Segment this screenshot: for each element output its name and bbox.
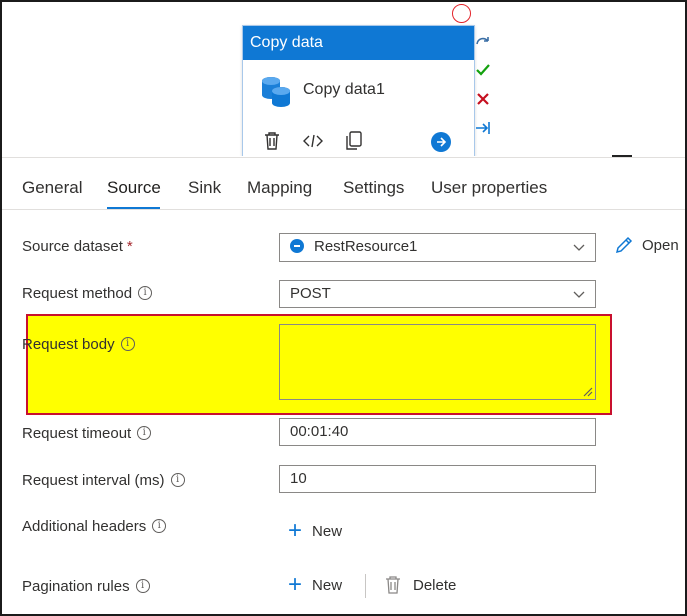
request-timeout-label: Request timeout i <box>22 425 152 442</box>
chevron-down-icon <box>573 244 585 251</box>
go-arrow-icon[interactable] <box>431 132 451 152</box>
pencil-icon <box>615 236 633 254</box>
tab-mapping[interactable]: Mapping <box>247 178 312 198</box>
properties-panel: General Source Sink Mapping Settings Use… <box>2 157 685 614</box>
info-icon[interactable]: i <box>135 579 150 593</box>
info-icon[interactable]: i <box>137 426 152 440</box>
info-icon[interactable]: i <box>170 473 185 487</box>
pipeline-canvas[interactable]: Copy data Copy data1 <box>2 2 685 156</box>
request-method-select[interactable]: POST <box>279 280 596 308</box>
rest-dataset-icon <box>290 239 304 253</box>
request-timeout-input[interactable]: 00:01:40 <box>279 418 596 446</box>
tab-user-properties[interactable]: User properties <box>431 178 547 198</box>
info-icon[interactable]: i <box>120 337 135 351</box>
trash-icon[interactable] <box>261 130 283 152</box>
active-tab-indicator <box>107 207 160 209</box>
copy-activity-node[interactable]: Copy data Copy data1 <box>242 25 475 156</box>
failure-x-icon[interactable] <box>475 91 491 107</box>
activity-actions <box>261 130 384 152</box>
request-interval-label: Request interval (ms) i <box>22 472 185 489</box>
source-dataset-select[interactable]: RestResource1 <box>279 233 596 262</box>
skip-icon[interactable] <box>475 33 491 49</box>
plus-icon: + <box>288 571 303 598</box>
request-body-label: Request body i <box>22 336 135 353</box>
chevron-down-icon <box>573 291 585 298</box>
clone-icon[interactable] <box>343 130 365 152</box>
additional-headers-label: Additional headers i <box>22 518 167 535</box>
tab-bar: General Source Sink Mapping Settings Use… <box>2 158 685 210</box>
tab-general[interactable]: General <box>22 178 82 198</box>
add-header-button[interactable]: + New <box>288 517 342 544</box>
required-mark: * <box>126 238 133 255</box>
delete-pagination-rule-button[interactable]: Delete <box>385 576 456 594</box>
tab-source[interactable]: Source <box>107 178 161 198</box>
info-icon[interactable]: i <box>152 519 167 533</box>
activity-output-icons <box>475 33 493 149</box>
info-icon[interactable]: i <box>138 286 153 300</box>
source-dataset-label: Source dataset * <box>22 238 133 255</box>
resize-grip-icon[interactable] <box>583 387 593 397</box>
completion-arrow-icon[interactable] <box>475 120 491 136</box>
activity-name: Copy data1 <box>303 81 385 98</box>
open-dataset-button[interactable]: Open <box>614 235 679 255</box>
request-method-label: Request method i <box>22 285 153 302</box>
trash-icon <box>386 576 400 594</box>
add-pagination-rule-button[interactable]: + New <box>288 571 342 598</box>
code-icon[interactable] <box>302 130 324 152</box>
command-separator <box>365 574 366 598</box>
pagination-rules-label: Pagination rules i <box>22 578 150 595</box>
success-check-icon[interactable] <box>475 62 491 78</box>
request-interval-input[interactable]: 10 <box>279 465 596 493</box>
tab-settings[interactable]: Settings <box>343 178 404 198</box>
request-body-textarea[interactable] <box>279 324 596 400</box>
tab-sink[interactable]: Sink <box>188 178 221 198</box>
plus-icon: + <box>288 517 303 544</box>
annotation-circle <box>452 4 471 23</box>
database-copy-icon <box>262 77 290 107</box>
activity-header: Copy data <box>243 26 474 60</box>
